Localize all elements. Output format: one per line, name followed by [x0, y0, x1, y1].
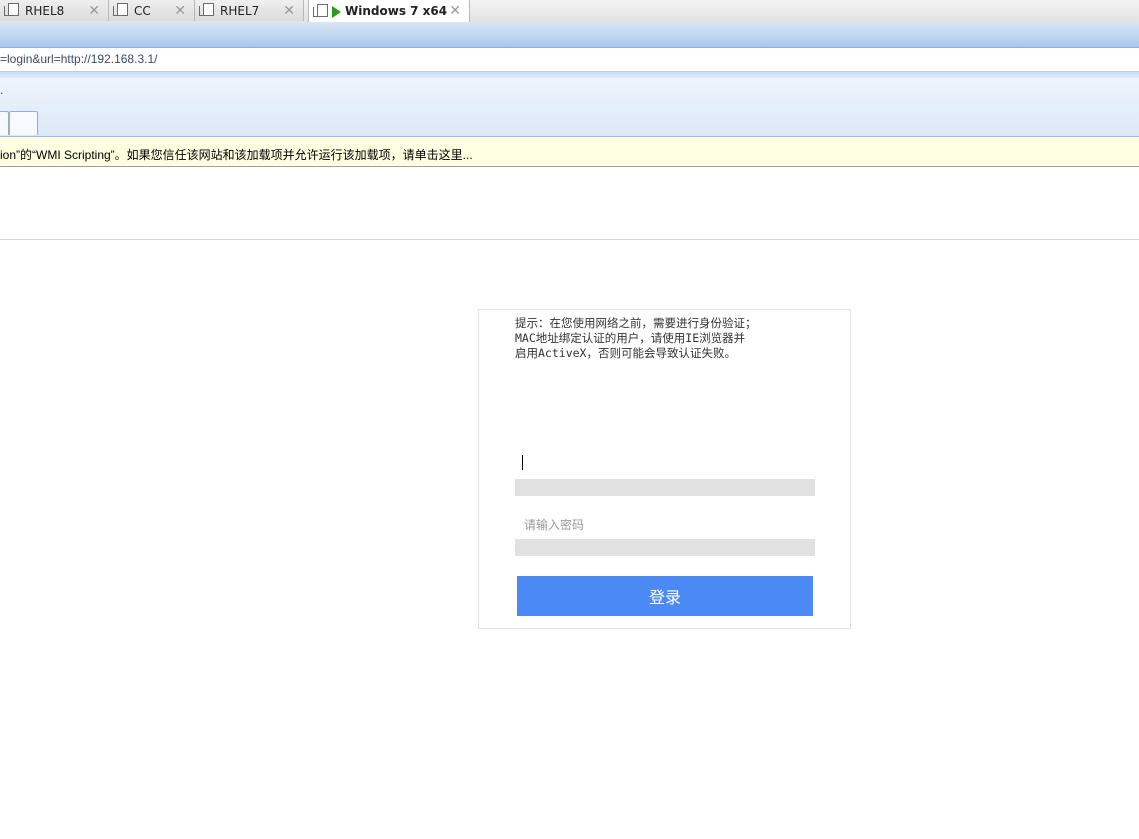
username-field[interactable] [515, 453, 815, 496]
vm-icon [199, 3, 214, 16]
page-header [0, 167, 1139, 240]
browser-title-bar [0, 22, 1139, 48]
close-icon[interactable]: ✕ [88, 3, 100, 19]
vm-tab-label: Windows 7 x64 [345, 4, 448, 18]
vm-icon [4, 3, 19, 16]
address-url[interactable]: =login&url=http://192.168.3.1/ [0, 52, 157, 66]
vm-tab-rhel8[interactable]: RHEL8 ✕ [0, 0, 109, 21]
vm-icon [313, 3, 328, 17]
vm-tab-label: RHEL7 [220, 3, 260, 18]
username-underline [515, 479, 815, 496]
screen: RHEL8 ✕ CC ✕ RHEL7 ✕ Windows 7 x64 ✕ =lo… [0, 0, 1139, 839]
password-field[interactable]: 请输入密码 [515, 513, 815, 556]
auth-notice: 提示：在您使用网络之前，需要进行身份验证； MAC地址绑定认证的用户，请使用IE… [515, 316, 757, 360]
vm-tab-rhel7[interactable]: RHEL7 ✕ [195, 0, 304, 21]
close-icon[interactable]: ✕ [174, 3, 186, 19]
address-bar[interactable]: =login&url=http://192.168.3.1/ [0, 48, 1139, 72]
vm-tab-cc[interactable]: CC ✕ [109, 0, 195, 21]
text-caret [522, 455, 523, 470]
info-bar-message[interactable]: ion”的“WMI Scripting”。如果您信任该网站和该加载项并允许运行该… [0, 146, 473, 163]
username-input[interactable] [515, 453, 815, 471]
vm-icon [113, 3, 128, 16]
login-button[interactable]: 登录 [517, 576, 813, 616]
password-placeholder: 请输入密码 [524, 518, 585, 532]
vm-tab-label: CC [134, 3, 151, 18]
close-icon[interactable]: ✕ [449, 3, 461, 19]
browser-tab-current[interactable] [0, 111, 9, 135]
menu-glyph: . [0, 84, 4, 97]
vm-tab-windows7[interactable]: Windows 7 x64 ✕ [308, 0, 470, 22]
password-underline [515, 539, 815, 556]
browser-command-bar: . [0, 78, 1139, 137]
close-icon[interactable]: ✕ [283, 3, 295, 19]
login-panel: 提示：在您使用网络之前，需要进行身份验证； MAC地址绑定认证的用户，请使用IE… [478, 309, 851, 629]
vm-tab-label: RHEL8 [25, 3, 65, 18]
addon-info-bar[interactable]: ion”的“WMI Scripting”。如果您信任该网站和该加载项并允许运行该… [0, 137, 1139, 167]
vm-tab-bar: RHEL8 ✕ CC ✕ RHEL7 ✕ Windows 7 x64 ✕ [0, 0, 1139, 23]
new-tab-button[interactable] [9, 111, 38, 135]
running-play-icon [332, 6, 341, 18]
